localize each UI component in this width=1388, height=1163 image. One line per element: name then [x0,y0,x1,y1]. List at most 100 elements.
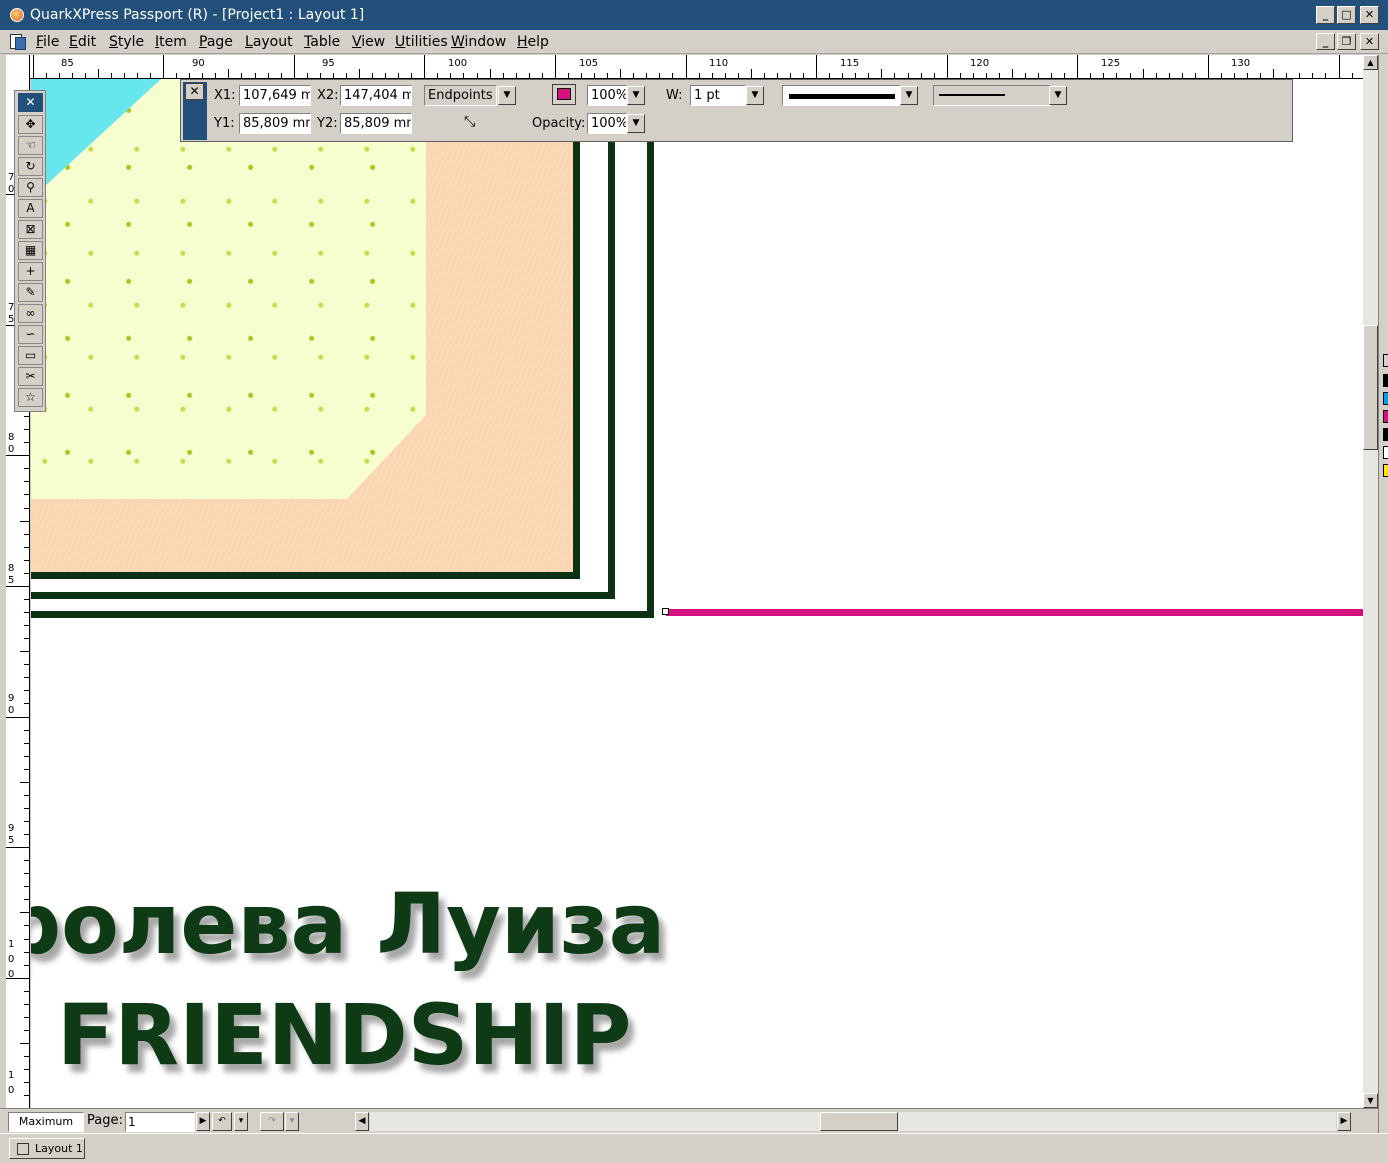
maximize-button[interactable]: □ [1337,6,1356,24]
menu-layout[interactable]: Layout [245,33,293,51]
selected-line[interactable] [666,609,1363,616]
close-button[interactable]: ✕ [1360,6,1379,24]
ruler-tick [6,585,29,587]
vertical-scroll-thumb[interactable] [1363,325,1378,450]
arrowhead-select[interactable] [933,85,1051,106]
redo-icon[interactable]: ↷ [260,1112,284,1131]
shade-field[interactable]: 100% [587,85,627,106]
horizontal-scroll-thumb[interactable] [820,1112,898,1131]
line-color-swatch[interactable] [552,84,576,105]
doc-minimize-button[interactable]: _ [1316,33,1335,50]
color-chip[interactable] [1383,428,1388,441]
rotation-tool-icon[interactable]: ↻ [18,157,43,176]
width-dropdown-icon[interactable]: ▼ [746,86,764,105]
menu-window[interactable]: Window [451,33,506,51]
starburst-tool-icon[interactable]: ☆ [18,388,43,407]
horizontal-scrollbar[interactable] [370,1112,1336,1131]
measurements-close[interactable]: ✕ [183,82,207,140]
endpoints-select[interactable]: Endpoints [424,85,497,106]
width-field[interactable]: 1 pt [690,85,746,106]
docked-palettes-strip[interactable] [1378,55,1388,1163]
scissors-tool-icon[interactable]: ✂ [18,367,43,386]
headline-text[interactable]: ролева Луиза [31,874,665,974]
line-direction-icon: ⤡ [464,114,476,130]
quark-app-icon [10,8,24,22]
scroll-left-icon[interactable]: ◀ [355,1112,369,1131]
ruler-tick [476,73,478,78]
table-tool-icon[interactable]: ▦ [18,241,43,260]
tools-close-button[interactable]: ✕ [18,93,43,112]
ruler-tick [24,990,29,992]
page-menu-arrow-icon[interactable]: ▶ [196,1112,210,1131]
line-style-select[interactable] [782,85,900,106]
ruler-tick [567,73,569,78]
y1-field[interactable]: 85,809 mm [239,113,311,134]
item-tool-icon[interactable]: ✥ [18,115,43,134]
zoom-field[interactable]: Maximum [8,1112,84,1132]
menu-item[interactable]: Item [155,33,187,51]
ruler-tick [1207,55,1209,78]
color-chip[interactable] [1383,392,1388,405]
ruler-label: 1 [8,939,15,950]
close-icon[interactable]: ✕ [185,83,204,100]
vertical-scrollbar[interactable]: ▲ ▼ [1363,55,1378,1108]
opacity-field[interactable]: 100% [587,113,627,134]
document-icon[interactable] [9,33,27,51]
ruler-tick [489,69,491,78]
layout-tab[interactable]: Layout 1 [9,1138,85,1159]
ruler-tick [280,73,282,78]
menu-help[interactable]: Help [517,33,549,51]
ruler-tick [24,429,29,431]
y2-field[interactable]: 85,809 mm [340,113,412,134]
color-chip[interactable] [1383,464,1388,477]
scroll-down-icon[interactable]: ▼ [1363,1093,1378,1108]
subline-text[interactable]: FRIENDSHIP [57,985,631,1085]
menu-utilities[interactable]: Utilities [395,33,448,51]
pen-tool-icon[interactable]: ✎ [18,283,43,302]
color-chip[interactable] [1383,354,1388,367]
layout-canvas[interactable]: ролева Луиза FRIENDSHIP [31,79,1363,1108]
opacity-dropdown-icon[interactable]: ▼ [627,114,645,133]
endpoints-dropdown-icon[interactable]: ▼ [498,86,516,105]
x1-label: X1: [214,88,236,103]
frame-line-outer[interactable] [31,79,654,618]
content-tool-icon[interactable]: ☜ [18,136,43,155]
text-box-tool-icon[interactable]: A [18,199,43,218]
menu-page[interactable]: Page [199,33,233,51]
link-tool-icon[interactable]: ∞ [18,304,43,323]
menu-table[interactable]: Table [304,33,340,51]
line-endpoint-handle[interactable] [662,608,669,615]
arrowhead-dropdown-icon[interactable]: ▼ [1049,86,1067,105]
picture-box-tool-icon[interactable]: ⊠ [18,220,43,239]
menu-edit[interactable]: Edit [69,33,96,51]
unlink-tool-icon[interactable]: ∽ [18,325,43,344]
composition-zones-icon[interactable]: ▭ [18,346,43,365]
ruler-tick [1064,73,1066,78]
undo-icon[interactable]: ↶ [212,1112,232,1131]
ruler-tick [24,481,29,483]
menu-view[interactable]: View [352,33,385,51]
color-chip[interactable] [1383,410,1388,423]
zoom-tool-icon[interactable]: ⚲ [18,178,43,197]
page-field[interactable]: 1 [125,1112,195,1132]
menu-style[interactable]: Style [109,33,144,51]
undo-history-icon[interactable]: ▾ [234,1112,248,1131]
minimize-button[interactable]: _ [1316,6,1335,24]
redo-history-icon[interactable]: ▾ [285,1112,299,1131]
x2-field[interactable]: 147,404 m [340,85,412,106]
line-style-dropdown-icon[interactable]: ▼ [900,86,918,105]
x1-field[interactable]: 107,649 m [239,85,311,106]
ruler-origin[interactable] [6,55,30,79]
shade-dropdown-icon[interactable]: ▼ [627,86,645,105]
color-chip[interactable] [1383,374,1388,387]
doc-restore-button[interactable]: ❐ [1337,33,1356,50]
scroll-up-icon[interactable]: ▲ [1363,55,1378,70]
line-tool-icon[interactable]: + [18,262,43,281]
menu-file[interactable]: File [36,33,59,51]
ruler-tick [24,860,29,862]
color-chip[interactable] [1383,446,1388,459]
ruler-tick [907,73,909,78]
scroll-right-icon[interactable]: ▶ [1337,1112,1351,1131]
doc-close-button[interactable]: ✕ [1360,33,1379,50]
horizontal-ruler[interactable]: 85 90 95 100 105 110 115 120 125 130 [30,55,1364,79]
